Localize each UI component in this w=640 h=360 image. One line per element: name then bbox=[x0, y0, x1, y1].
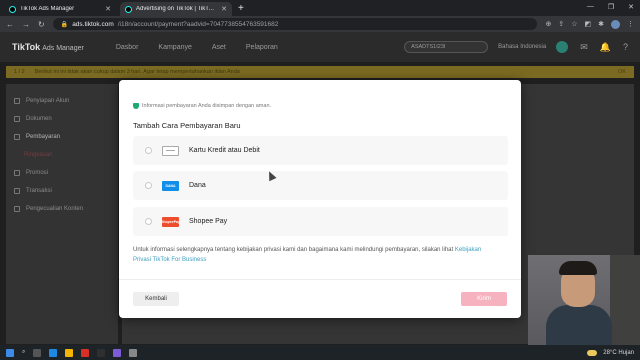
tab-title: TikTok Ads Manager bbox=[20, 6, 75, 12]
shield-icon bbox=[14, 206, 20, 212]
sidebar: Penyiapan Akun Dokumen Pembayaran Ringka… bbox=[6, 84, 118, 344]
sidebar-item-promotion[interactable]: Promosi bbox=[6, 164, 118, 182]
modal-title: Tambah Cara Pembayaran Baru bbox=[133, 121, 241, 130]
browser-tab-1[interactable]: Advertising on TikTok | TikTok Ad ✕ bbox=[120, 2, 232, 16]
app-header: TikTok Ads Manager Dasbor Kampanye Aset P… bbox=[0, 32, 640, 62]
account-selector[interactable]: ASADTS1I23I bbox=[404, 41, 489, 53]
forward-arrow-icon[interactable]: → bbox=[22, 20, 30, 29]
nav-assets[interactable]: Aset bbox=[212, 44, 226, 51]
tiktok-ads-logo[interactable]: TikTok Ads Manager bbox=[12, 42, 84, 52]
new-tab-icon[interactable]: + bbox=[238, 2, 244, 16]
option-label: Kartu Kredit atau Debit bbox=[189, 147, 260, 154]
promo-icon bbox=[14, 170, 20, 176]
language-selector[interactable]: Bahasa Indonesia bbox=[498, 44, 546, 50]
background-shelf bbox=[610, 255, 640, 345]
window-controls: — ❐ ✕ bbox=[587, 3, 634, 11]
credit-card-icon bbox=[162, 145, 179, 156]
address-bar[interactable]: 🔒 ads.tiktok.com/i18n/account/payment?aa… bbox=[52, 18, 538, 30]
back-button[interactable]: Kembali bbox=[133, 292, 179, 306]
option-label: Shopee Pay bbox=[189, 218, 228, 225]
sidebar-item-transactions[interactable]: Transaksi bbox=[6, 182, 118, 200]
notice-text: Berikut ini ini tidak akan cukup dalam 3… bbox=[34, 69, 240, 75]
document-icon bbox=[14, 116, 20, 122]
obs-icon[interactable] bbox=[129, 348, 138, 357]
main-nav: Dasbor Kampanye Aset Pelaporan bbox=[116, 44, 278, 51]
sidebar-item-payment[interactable]: Pembayaran bbox=[6, 128, 118, 146]
radio-button[interactable] bbox=[145, 147, 152, 154]
extension-icon[interactable]: ◩ bbox=[585, 20, 592, 29]
steam-icon[interactable] bbox=[97, 348, 106, 357]
close-tab-icon[interactable]: ✕ bbox=[221, 5, 227, 13]
weather-text[interactable]: 28°C Hujan bbox=[603, 350, 634, 356]
search-icon[interactable]: ⌕ bbox=[22, 349, 25, 356]
profile-avatar[interactable] bbox=[611, 19, 620, 29]
notice-ok-button[interactable]: OK bbox=[618, 69, 626, 75]
sidebar-item-documents[interactable]: Dokumen bbox=[6, 110, 118, 128]
star-icon[interactable]: ☆ bbox=[571, 20, 577, 29]
add-payment-method-modal: Informasi pembayaran Anda disimpan denga… bbox=[119, 80, 521, 318]
nav-dashboard[interactable]: Dasbor bbox=[116, 44, 139, 51]
user-avatar[interactable] bbox=[556, 41, 569, 53]
edge-icon[interactable] bbox=[49, 348, 58, 357]
notification-bell-icon[interactable]: 🔔 bbox=[600, 42, 611, 53]
settings-icon bbox=[14, 98, 20, 104]
chrome-icon[interactable] bbox=[81, 348, 90, 357]
shopeepay-logo-icon: ShopeePay bbox=[161, 216, 180, 227]
sidebar-item-summary[interactable]: Ringkasan bbox=[6, 146, 118, 164]
sidebar-item-account-setup[interactable]: Penyiapan Akun bbox=[6, 92, 118, 110]
url-domain: ads.tiktok.com bbox=[72, 20, 114, 28]
secure-note: Informasi pembayaran Anda disimpan denga… bbox=[133, 103, 271, 109]
tab-title: Advertising on TikTok | TikTok Ad bbox=[136, 6, 218, 12]
zoom-icon[interactable]: ⊕ bbox=[545, 20, 551, 29]
task-view-icon[interactable] bbox=[33, 348, 42, 357]
tiktok-favicon-icon bbox=[125, 5, 132, 13]
minimize-icon[interactable]: — bbox=[587, 3, 594, 11]
modal-divider bbox=[119, 279, 521, 280]
notice-step: 1 / 2 bbox=[14, 69, 25, 75]
submit-button[interactable]: Kirim bbox=[461, 292, 507, 306]
notice-banner: 1 / 2 Berikut ini ini tidak akan cukup d… bbox=[6, 66, 634, 78]
close-window-icon[interactable]: ✕ bbox=[628, 3, 634, 11]
privacy-note: Untuk informasi selengkapnya tentang keb… bbox=[133, 247, 482, 263]
reload-icon[interactable]: ↻ bbox=[38, 20, 45, 29]
browser-extensions: ⊕ ⇪ ☆ ◩ ✱ ⋮ bbox=[545, 19, 634, 29]
puzzle-icon[interactable]: ✱ bbox=[598, 20, 604, 29]
browser-tab-0[interactable]: TikTok Ads Manager ✕ bbox=[4, 2, 116, 16]
payment-option-dana[interactable]: DANA Dana bbox=[133, 171, 508, 200]
radio-button[interactable] bbox=[145, 218, 152, 225]
shield-check-icon bbox=[133, 103, 139, 109]
weather-cloud-icon bbox=[587, 349, 598, 356]
transactions-icon bbox=[14, 188, 20, 194]
dana-logo-icon: DANA bbox=[162, 180, 179, 191]
help-icon[interactable]: ? bbox=[623, 42, 628, 52]
payment-option-shopeepay[interactable]: ShopeePay Shopee Pay bbox=[133, 207, 508, 236]
person-hair bbox=[559, 261, 597, 275]
file-explorer-icon[interactable] bbox=[65, 348, 74, 357]
url-path: /i18n/account/payment?aadvid=70477385547… bbox=[117, 20, 279, 28]
mail-icon[interactable]: ✉ bbox=[580, 42, 588, 53]
windows-start-icon[interactable] bbox=[6, 348, 14, 357]
webcam-overlay bbox=[528, 255, 640, 345]
payment-option-card[interactable]: Kartu Kredit atau Debit bbox=[133, 136, 508, 165]
lock-icon: 🔒 bbox=[60, 21, 69, 28]
wallet-icon bbox=[14, 134, 20, 140]
person-body bbox=[546, 305, 612, 345]
windows-taskbar: ⌕ 28°C Hujan bbox=[0, 345, 640, 360]
sidebar-item-content-exclusion[interactable]: Pengecualian Konten bbox=[6, 200, 118, 218]
radio-button[interactable] bbox=[145, 182, 152, 189]
maximize-icon[interactable]: ❐ bbox=[608, 3, 614, 11]
tiktok-favicon-icon bbox=[9, 5, 16, 13]
menu-dots-icon[interactable]: ⋮ bbox=[627, 20, 634, 29]
option-label: Dana bbox=[189, 182, 206, 189]
browser-tab-bar: TikTok Ads Manager ✕ Advertising on TikT… bbox=[0, 0, 640, 16]
app-icon[interactable] bbox=[113, 348, 122, 357]
nav-campaign[interactable]: Kampanye bbox=[158, 44, 191, 51]
back-arrow-icon[interactable]: ← bbox=[6, 20, 14, 29]
close-tab-icon[interactable]: ✕ bbox=[105, 5, 111, 13]
nav-reporting[interactable]: Pelaporan bbox=[246, 44, 278, 51]
system-tray: 28°C Hujan bbox=[587, 349, 634, 356]
browser-toolbar: ← → ↻ 🔒 ads.tiktok.com/i18n/account/paym… bbox=[0, 16, 640, 32]
share-icon[interactable]: ⇪ bbox=[558, 20, 564, 29]
